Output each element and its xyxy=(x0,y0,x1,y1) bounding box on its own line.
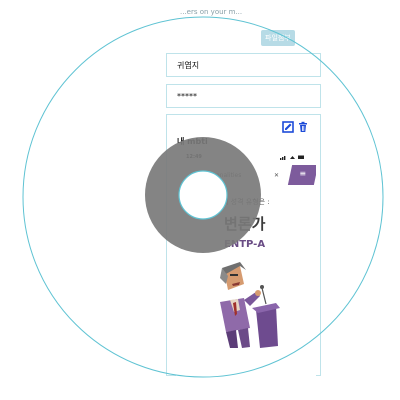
post-title: 내 mbti xyxy=(177,137,208,146)
app-screen: ...ers on your m... 파일첨부 귀엽지 ***** 내 mbt… xyxy=(0,0,400,400)
edit-icon[interactable] xyxy=(282,121,294,133)
personality-name: 변론가 xyxy=(224,215,266,233)
status-time: 12:49 xyxy=(186,154,202,160)
trash-icon[interactable] xyxy=(297,121,309,133)
site-brand: onalities xyxy=(216,172,242,179)
lawyer-illustration xyxy=(220,262,280,348)
status-icons xyxy=(280,155,304,160)
menu-icon: ≡ xyxy=(287,165,316,185)
name-field[interactable]: 귀엽지 xyxy=(166,53,321,77)
personality-screenshot: 12:49 onalities ✕ ≡ 의 성격 유형은 : 변론가 ENTP-… xyxy=(176,150,316,380)
file-attach-button[interactable]: 파일첨부 xyxy=(261,30,295,46)
top-caption: ...ers on your m... xyxy=(180,8,243,16)
intro-text: 의 성격 유형은 : xyxy=(222,198,270,206)
personality-code: ENTP-A xyxy=(224,239,266,250)
close-icon: ✕ xyxy=(274,172,280,179)
password-field[interactable]: ***** xyxy=(166,84,321,108)
